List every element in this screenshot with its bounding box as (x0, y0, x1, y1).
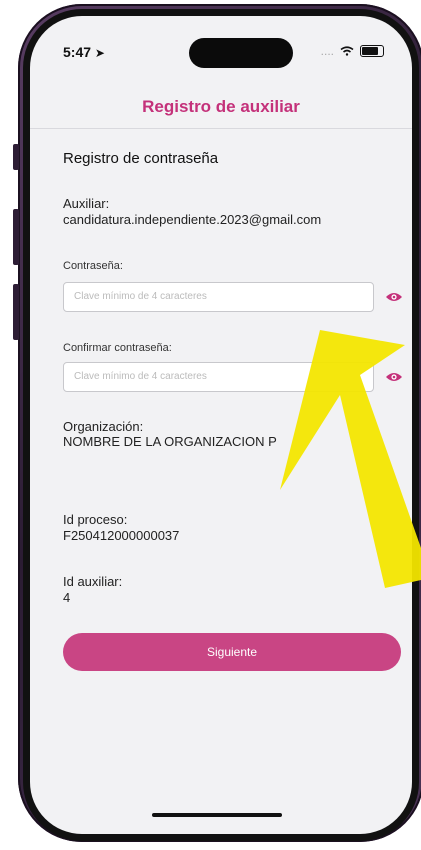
annotation-arrow-icon (280, 330, 421, 588)
